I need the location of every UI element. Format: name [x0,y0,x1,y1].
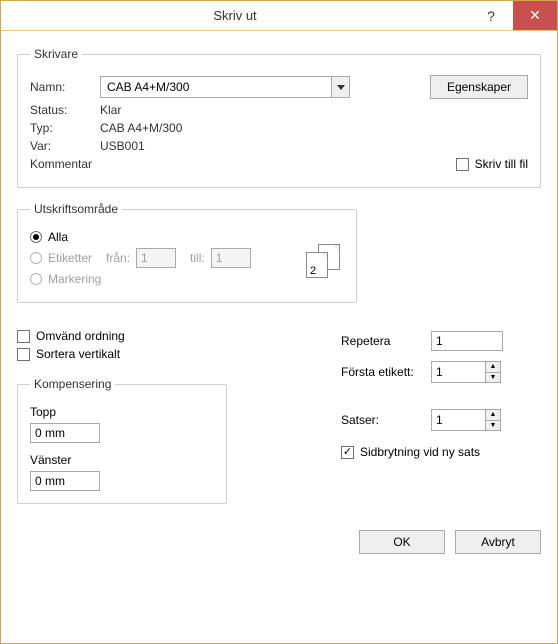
mid-right: Repetera 1 Första etikett: 1 ▲ ▼ Satser: [341,321,541,463]
compensation-legend: Kompensering [30,377,115,391]
page-front-number: 2 [310,265,316,277]
compensation-group: Kompensering Topp 0 mm Vänster 0 mm [17,377,227,504]
print-range-group: Utskriftsområde Alla Etiketter från: 1 t… [17,202,357,303]
properties-button[interactable]: Egenskaper [430,75,528,99]
window-title: Skriv ut [1,1,469,30]
range-selection-row: Markering [30,272,344,286]
printer-name-row: Namn: CAB A4+M/300 Egenskaper [30,75,528,99]
first-label-input[interactable]: 1 [431,361,485,383]
sort-vertical-checkbox[interactable] [17,348,30,361]
range-all-radio[interactable] [30,231,42,243]
printer-comment-label: Kommentar [30,157,92,171]
mid-section: Omvänd ordning Sortera vertikalt Kompens… [17,321,541,512]
first-label-spin[interactable]: 1 ▲ ▼ [431,361,541,383]
range-all-label: Alla [48,230,68,244]
range-from-input: 1 [136,248,176,268]
printer-where-label: Var: [30,139,100,153]
printer-name-label: Namn: [30,80,100,94]
pagebreak-label: Sidbrytning vid ny sats [360,445,480,459]
chevron-down-icon[interactable] [331,77,349,97]
range-selection-label: Markering [48,272,101,286]
print-range-legend: Utskriftsområde [30,202,122,216]
help-button[interactable]: ? [469,1,513,30]
batches-down[interactable]: ▼ [486,420,500,431]
print-to-file-wrap: Skriv till fil [456,157,528,171]
titlebar-buttons: ? ✕ [469,1,557,30]
print-to-file-label: Skriv till fil [475,157,528,171]
pages-icon: 2 2 [306,244,344,278]
batches-row: Satser: 1 ▲ ▼ [341,409,541,431]
printer-status-label: Status: [30,103,100,117]
footer: OK Avbryt [17,512,541,554]
titlebar: Skriv ut ? ✕ [1,1,557,31]
print-to-file-checkbox[interactable] [456,158,469,171]
sort-vertical-label: Sortera vertikalt [36,347,120,361]
range-labels-label: Etiketter [48,251,92,265]
printer-type-row: Typ: CAB A4+M/300 [30,121,528,135]
printer-group: Skrivare Namn: CAB A4+M/300 Egenskaper S… [17,47,541,188]
ok-button[interactable]: OK [359,530,445,554]
sort-vertical-row[interactable]: Sortera vertikalt [17,347,301,361]
range-to-input: 1 [211,248,251,268]
printer-where-value: USB001 [100,139,145,153]
range-labels-row: Etiketter från: 1 till: 1 [30,248,344,268]
range-from-label: från: [106,251,130,265]
pagebreak-checkbox[interactable]: ✓ [341,446,354,459]
comp-left-input[interactable]: 0 mm [30,471,100,491]
batches-up[interactable]: ▲ [486,410,500,420]
reverse-order-label: Omvänd ordning [36,329,125,343]
range-selection-radio [30,273,42,285]
repeat-row: Repetera 1 [341,331,541,351]
printer-comment-row: Kommentar Skriv till fil [30,157,528,171]
range-to-label: till: [190,251,205,265]
first-label-down[interactable]: ▼ [486,372,500,383]
reverse-order-checkbox[interactable] [17,330,30,343]
batches-label: Satser: [341,413,431,427]
first-label-row: Första etikett: 1 ▲ ▼ [341,361,541,383]
printer-type-value: CAB A4+M/300 [100,121,182,135]
reverse-order-row[interactable]: Omvänd ordning [17,329,301,343]
printer-where-row: Var: USB001 [30,139,528,153]
batches-input[interactable]: 1 [431,409,485,431]
dialog-body: Skrivare Namn: CAB A4+M/300 Egenskaper S… [1,31,557,643]
repeat-label: Repetera [341,334,431,348]
close-button[interactable]: ✕ [513,1,557,30]
comp-top-label: Topp [30,405,214,419]
first-label-label: Första etikett: [341,365,431,379]
comp-left-label: Vänster [30,453,214,467]
print-dialog: Skriv ut ? ✕ Skrivare Namn: CAB A4+M/300… [0,0,558,644]
printer-legend: Skrivare [30,47,82,61]
printer-status-value: Klar [100,103,121,117]
batches-spin[interactable]: 1 ▲ ▼ [431,409,541,431]
range-all-row[interactable]: Alla [30,230,344,244]
range-labels-radio [30,252,42,264]
printer-type-label: Typ: [30,121,100,135]
repeat-input[interactable]: 1 [431,331,503,351]
pagebreak-row[interactable]: ✓ Sidbrytning vid ny sats [341,445,541,459]
first-label-up[interactable]: ▲ [486,362,500,372]
printer-name-value: CAB A4+M/300 [101,80,331,94]
printer-name-combo[interactable]: CAB A4+M/300 [100,76,350,98]
comp-top-input[interactable]: 0 mm [30,423,100,443]
mid-left: Omvänd ordning Sortera vertikalt Kompens… [17,321,301,512]
cancel-button[interactable]: Avbryt [455,530,541,554]
printer-status-row: Status: Klar [30,103,528,117]
